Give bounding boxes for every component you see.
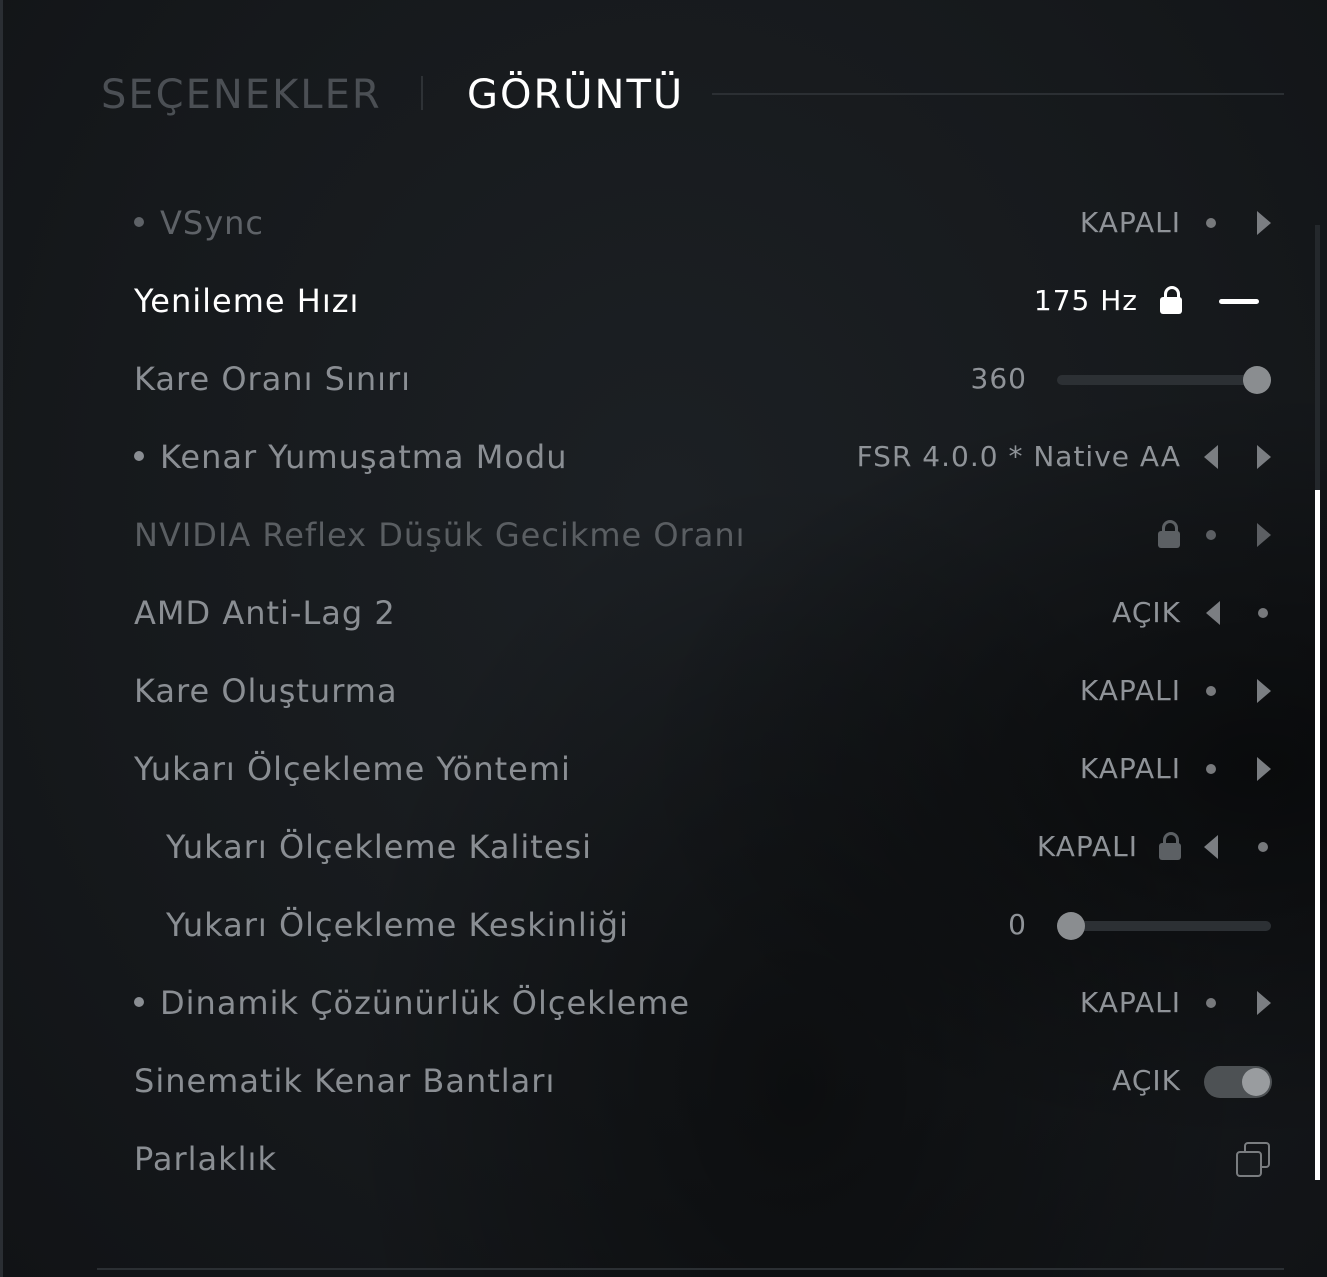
dot-icon (1206, 530, 1216, 540)
arrow-right-icon[interactable] (1257, 211, 1271, 235)
setting-value: 175 Hz (1033, 284, 1138, 317)
dot-icon (1206, 998, 1216, 1008)
arrow-left-icon[interactable] (1204, 835, 1218, 859)
scrollbar-thumb[interactable] (1315, 490, 1320, 1180)
setting-value: 360 (970, 362, 1027, 395)
footer-line (97, 1268, 1284, 1270)
setting-label: Sinematik Kenar Bantları (134, 1062, 556, 1100)
setting-value: AÇIK (1112, 1064, 1181, 1097)
slider-knob[interactable] (1243, 366, 1271, 394)
setting-value: KAPALI (1079, 206, 1181, 239)
arrow-right-icon[interactable] (1257, 991, 1271, 1015)
setting-label: Kenar Yumuşatma Modu (134, 418, 567, 496)
setting-value: KAPALI (1079, 752, 1181, 785)
setting-label: Yukarı Ölçekleme Keskinliği (166, 906, 629, 944)
setting-row-anti-aliasing[interactable]: Kenar Yumuşatma Modu FSR 4.0.0 * Native … (0, 418, 1327, 496)
header-line (712, 93, 1284, 95)
setting-label: Dinamik Çözünürlük Ölçekleme (134, 964, 690, 1042)
setting-value: KAPALI (1036, 830, 1138, 863)
tab-display[interactable]: GÖRÜNTÜ (467, 72, 684, 118)
toggle-switch[interactable] (1204, 1066, 1272, 1098)
setting-row-dynamic-resolution[interactable]: Dinamik Çözünürlük Ölçekleme KAPALI (0, 964, 1327, 1042)
setting-row-frame-generation[interactable]: Kare Oluşturma KAPALI (0, 652, 1327, 730)
slider-knob[interactable] (1057, 912, 1085, 940)
toggle-knob (1242, 1068, 1270, 1096)
arrow-right-icon[interactable] (1257, 757, 1271, 781)
scrollbar-track[interactable] (1315, 225, 1320, 490)
setting-value: FSR 4.0.0 * Native AA (856, 440, 1181, 473)
arrow-right-icon[interactable] (1257, 445, 1271, 469)
setting-label: Kare Oluşturma (134, 672, 398, 710)
setting-row-amd-anti-lag[interactable]: AMD Anti-Lag 2 AÇIK (0, 574, 1327, 652)
setting-row-upscaling-method[interactable]: Yukarı Ölçekleme Yöntemi KAPALI (0, 730, 1327, 808)
setting-row-brightness[interactable]: Parlaklık (0, 1120, 1327, 1198)
setting-value: AÇIK (1112, 596, 1181, 629)
copy-icon[interactable] (1236, 1142, 1272, 1178)
setting-row-vsync[interactable]: VSync KAPALI (0, 184, 1327, 262)
minus-icon[interactable] (1219, 299, 1259, 304)
setting-row-refresh-rate[interactable]: Yenileme Hızı 175 Hz (0, 262, 1327, 340)
setting-label: AMD Anti-Lag 2 (134, 594, 396, 632)
setting-row-cinematic-bars[interactable]: Sinematik Kenar Bantları AÇIK (0, 1042, 1327, 1120)
arrow-left-icon[interactable] (1204, 445, 1218, 469)
setting-row-nvidia-reflex[interactable]: NVIDIA Reflex Düşük Gecikme Oranı (0, 496, 1327, 574)
setting-label: Yenileme Hızı (134, 282, 360, 320)
setting-label: NVIDIA Reflex Düşük Gecikme Oranı (134, 516, 746, 554)
arrow-right-icon[interactable] (1257, 679, 1271, 703)
tab-options[interactable]: SEÇENEKLER (101, 72, 382, 118)
dot-icon (1258, 608, 1268, 618)
setting-value: KAPALI (1079, 986, 1181, 1019)
lock-icon (1159, 832, 1181, 860)
setting-value: KAPALI (1079, 674, 1181, 707)
setting-label: Kare Oranı Sınırı (134, 360, 412, 398)
arrow-left-icon[interactable] (1206, 601, 1220, 625)
dot-icon (1206, 218, 1216, 228)
tab-divider (421, 76, 423, 110)
setting-label: Yukarı Ölçekleme Yöntemi (134, 750, 571, 788)
dot-icon (1206, 764, 1216, 774)
setting-row-upscaling-sharpness[interactable]: Yukarı Ölçekleme Keskinliği 0 (0, 886, 1327, 964)
lock-icon (1158, 520, 1180, 548)
arrow-right-icon[interactable] (1257, 523, 1271, 547)
setting-label: VSync (134, 184, 264, 262)
slider[interactable] (1057, 366, 1271, 394)
setting-row-frame-rate-limit[interactable]: Kare Oranı Sınırı 360 (0, 340, 1327, 418)
dot-icon (1206, 686, 1216, 696)
setting-row-upscaling-quality[interactable]: Yukarı Ölçekleme Kalitesi KAPALI (0, 808, 1327, 886)
slider[interactable] (1057, 912, 1271, 940)
setting-label: Yukarı Ölçekleme Kalitesi (166, 828, 593, 866)
dot-icon (1258, 842, 1268, 852)
setting-label: Parlaklık (134, 1140, 277, 1178)
setting-value: 0 (1008, 908, 1027, 941)
lock-icon (1160, 286, 1182, 314)
